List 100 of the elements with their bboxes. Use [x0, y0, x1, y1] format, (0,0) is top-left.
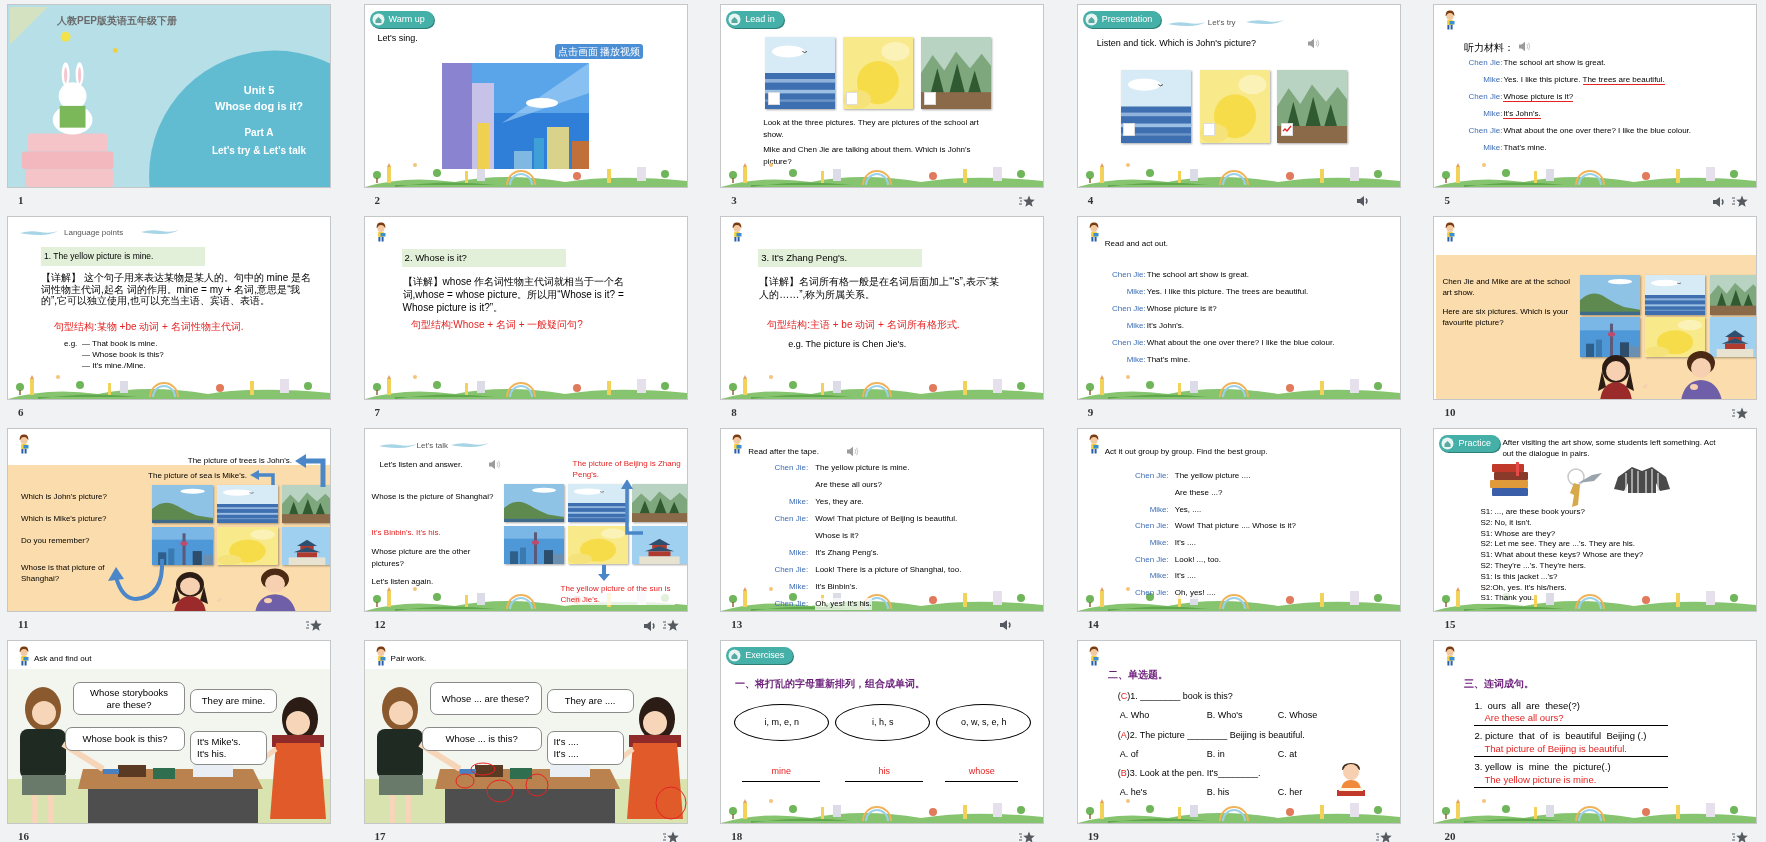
brush-stroke-icon	[378, 442, 417, 449]
fill-in-line: Are these all ours?	[1474, 712, 1669, 726]
exercise-heading: 二、单选题。	[1107, 668, 1168, 682]
paragraph-text: Mike and Chen Jie are talking about them. Which is John's picture?	[763, 144, 972, 168]
fill-in-line: his	[845, 765, 924, 782]
instruction-text: Let's sing.	[377, 32, 418, 45]
slide-thumbnail[interactable]: Pair work. Whose ... are these? They are .... Whose ... is this? It's .... It's ....	[363, 640, 688, 824]
bent-arrow	[620, 479, 645, 537]
slide-thumbnail[interactable]: 三、连词成句。 1. ours all are these(?) Are these all ours? 2. picture that of is beautiful Beijing (.) That picture of Beijing is beautiful. 3. yellow is mine the picture(.) The yellow picture is mine.	[1433, 640, 1758, 824]
slide-thumbnail[interactable]	[720, 428, 1045, 612]
speech-bubble: They are mine.	[190, 689, 277, 713]
speaker-name: Mike:	[1148, 503, 1170, 516]
slide-thumbnail[interactable]: Warm up Let's sing. 点击画面 播放视频	[363, 4, 688, 188]
slide-thumbnail[interactable]	[7, 216, 331, 400]
slide-thumbnail[interactable]: 3. It's Zhang Peng's. 【详解】名词所有格一般是在名词后面加上“'s”,表示“某人的……”,称为所属关系。 句型结构:主语 + be 动词 + 名词所有格形式. e.g. The picture is Chen Jie's.	[720, 216, 1045, 400]
fill-in-line: whose	[945, 765, 1019, 782]
slide-number: 6	[18, 407, 24, 418]
slide-thumbnail[interactable]: 二、单选题。 (C)1. ________ book is this? A. Who B. Who's C. Whose (A)2. The picture ________ Beijing is beautiful. A. of B. in C. at (B)3. Look at the pen. It's________. A. he's B. his C. her	[1076, 640, 1401, 824]
house-icon	[1441, 437, 1455, 450]
exercise-heading: 一、将打乱的字母重新排列，组合成单词。	[735, 677, 926, 691]
tick-box[interactable]	[768, 92, 781, 105]
speaker-name: Chen Jie:	[773, 563, 810, 576]
boy-icon	[1443, 222, 1458, 242]
slide-number: 11	[18, 619, 29, 630]
speaker-name: Mike:	[1125, 353, 1146, 366]
series-label: 人教PEP版英语五年级下册	[57, 14, 177, 28]
explanation-text: 【详解】名词所有格一般是在名词后面加上“'s”,表示“某人的……”,称为所属关系。	[759, 275, 1000, 301]
slide-number: 4	[1087, 195, 1094, 206]
brush-stroke-icon	[450, 441, 489, 448]
answer-option: A. Who	[1119, 709, 1207, 723]
slide-thumbnail[interactable]: 人教PEP版英语五年级下册 Unit 5 Whose dog is it? Part A Let's try & Let's talk	[7, 4, 331, 188]
boy-icon	[1443, 10, 1458, 30]
speech-bubble: Whose book is this?	[65, 727, 185, 751]
slide-number: 20	[1444, 831, 1456, 842]
slide-number: 2	[374, 195, 381, 206]
explanation-text: 【详解】 这个句子用来表达某物是某人的。句中的 mine 是名词性物主代词,起名 词的作用。mine = my + 名词,意思是“我的”,它可以独立使用,也可以充当主语、宾语、表语。	[41, 272, 312, 307]
speaker-name: Mike:	[1148, 570, 1170, 583]
slide-thumbnail[interactable]	[1433, 428, 1758, 612]
brush-stroke-icon	[1167, 20, 1206, 27]
speaker-name: Mike:	[1482, 73, 1503, 86]
slide-number: 16	[18, 831, 29, 842]
speech-bubble: Whose ... are these?	[429, 682, 542, 715]
question-text: Whose is that picture of Shanghai?	[21, 562, 106, 584]
slide-thumbnail[interactable]: Presentation Let's try Listen and tick. Which is John's picture?	[1076, 4, 1401, 188]
answer-option: A. he's	[1119, 786, 1207, 800]
speaker-name: Mike:	[1125, 285, 1146, 298]
section-title: Exercises	[745, 651, 785, 660]
slide-heading: Let's talk	[416, 440, 448, 452]
tick-box[interactable]	[924, 92, 937, 105]
pattern-text: 句型结构:某物 +be 动词 + 名词性物主代词.	[54, 320, 244, 334]
speaker-name: Chen Jie:	[1467, 90, 1503, 103]
question-text: Whose is the picture of Shanghai?	[371, 491, 495, 503]
slide-heading: 听力材料：	[1464, 41, 1515, 55]
slide-number: 19	[1087, 831, 1099, 842]
speaker-name: Chen Jie:	[773, 512, 810, 525]
section-title: Lead in	[745, 15, 775, 24]
jacket-icon	[1614, 465, 1671, 493]
brush-stroke-icon	[1245, 18, 1284, 25]
question-text: (B)3. Look at the pen. It's________.	[1117, 767, 1261, 780]
callout-text: The yellow picture of the sun is Chen Jie's.	[560, 583, 675, 605]
slide-thumbnail[interactable]: Ask and find out Whose storybooks are these? They are mine. Whose book is this? It's Mike's. It's his.	[7, 640, 331, 824]
paragraph-text: Look at the three pictures. They are pictures of the school art show.	[763, 117, 980, 141]
instruction-text: Read and act out.	[1104, 238, 1168, 250]
boy-icon	[730, 222, 745, 242]
speech-bubble: Whose ... is this?	[421, 727, 542, 751]
slide-number: 12	[374, 619, 386, 630]
question-text: Do you remember?	[21, 535, 91, 546]
paragraph-text: Chen Jie and Mike are at the school art show.	[1442, 276, 1571, 298]
keys-icon	[1564, 467, 1605, 509]
speech-bubble: They are ....	[546, 689, 634, 713]
speech-bubble: It's .... It's ....	[546, 731, 624, 765]
brush-stroke-icon	[141, 228, 179, 235]
word-prompt: 3. yellow is mine the picture(.)	[1474, 760, 1611, 774]
exercise-heading: 三、连词成句。	[1464, 677, 1535, 691]
slide-heading: Let's try	[1207, 17, 1236, 29]
slide-thumbnail[interactable]	[1076, 428, 1401, 612]
section-title: Warm up	[388, 15, 425, 24]
slide-thumbnail[interactable]: Lead in Look at the three pictures. They are pictures of the school art show. Mike and Chen Jie are talking about them. Which is John's picture?	[720, 4, 1045, 188]
answer-option: C. Whose	[1277, 709, 1338, 723]
house-icon	[728, 13, 742, 26]
slide-thumbnail[interactable]: 2. Whose is it? 【详解】whose 作名词性物主代词就相当于一个名词,whose = whose picture。所以用“Whose is it? = Whose picture is it?”。 句型结构:Whose + 名词 + 一般疑问句?	[363, 216, 688, 400]
section-title: Practice	[1458, 439, 1491, 448]
slide-thumbnail[interactable]	[363, 428, 688, 612]
slide-number: 10	[1444, 407, 1456, 418]
note-text: The picture of sea is Mike's.	[148, 470, 247, 482]
check-icon	[1281, 125, 1292, 134]
boy-icon	[730, 434, 745, 454]
slide-thumbnail[interactable]: Exercises 一、将打乱的字母重新排列，组合成单词。 i, m, e, n mine i, h, s his o, w, s, e, h whose	[720, 640, 1045, 824]
slide-thumbnail[interactable]	[1076, 216, 1401, 400]
answer-option: B. Who's	[1206, 709, 1278, 723]
bent-arrow	[295, 453, 329, 487]
word-prompt: 2. picture that of is beautiful Beijing (.)	[1474, 729, 1647, 743]
speaker-icon	[487, 459, 501, 470]
answer-option: B. in	[1206, 748, 1278, 762]
house-icon	[728, 649, 742, 662]
slide-thumbnail[interactable]	[1433, 4, 1758, 188]
fill-in-line: That picture of Beijing is beautiful.	[1474, 743, 1669, 757]
house-icon	[371, 13, 385, 26]
subtitle-text: Part A	[244, 126, 274, 140]
note-text: The picture of trees is John's.	[187, 455, 292, 467]
